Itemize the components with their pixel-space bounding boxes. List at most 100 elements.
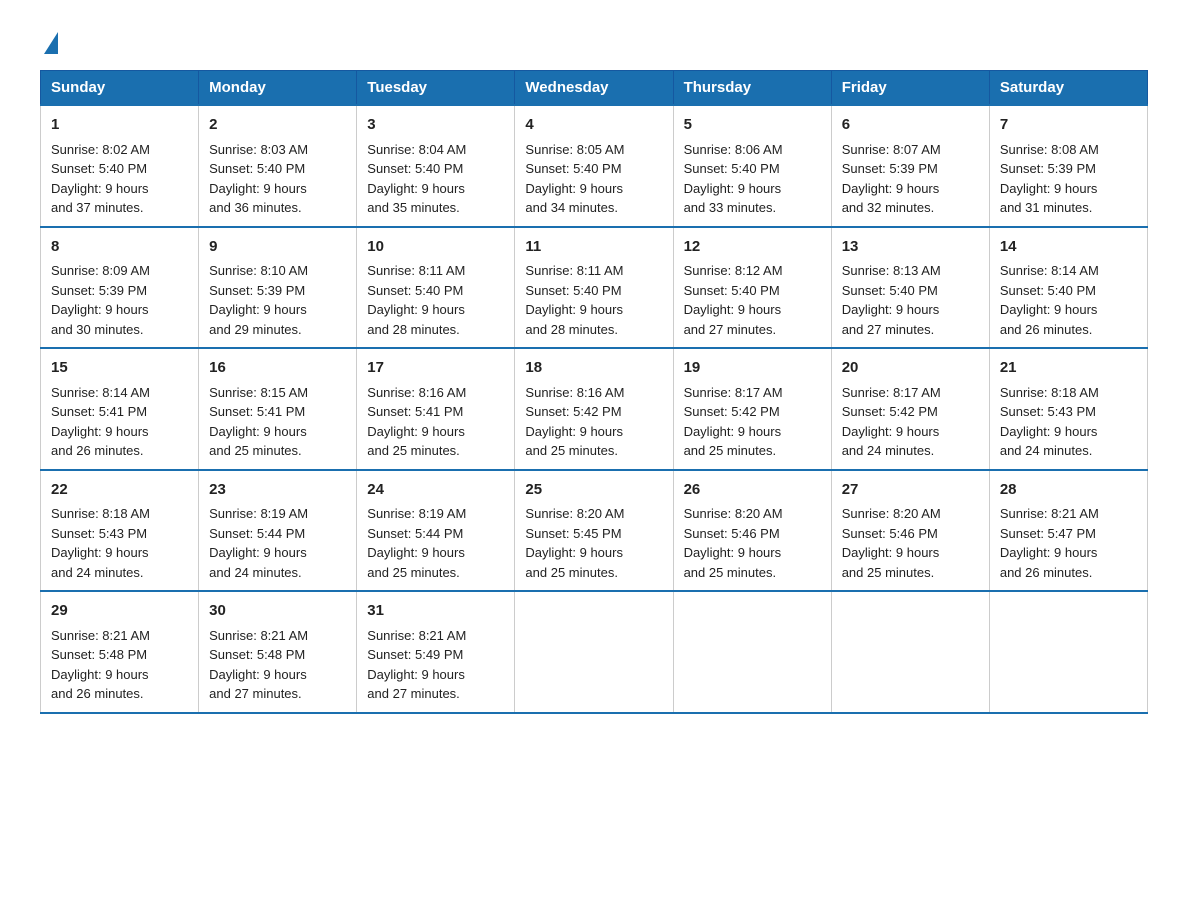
calendar-cell: 10 Sunrise: 8:11 AMSunset: 5:40 PMDayligh…	[357, 227, 515, 349]
day-number: 1	[51, 114, 188, 137]
day-number: 13	[842, 236, 979, 259]
header-monday: Monday	[199, 71, 357, 106]
day-number: 12	[684, 236, 821, 259]
day-info: Sunrise: 8:04 AMSunset: 5:40 PMDaylight:…	[367, 142, 466, 216]
day-info: Sunrise: 8:08 AMSunset: 5:39 PMDaylight:…	[1000, 142, 1099, 216]
calendar-week-row: 1Sunrise: 8:02 AMSunset: 5:40 PMDaylight…	[41, 105, 1148, 227]
day-info: Sunrise: 8:14 AMSunset: 5:40 PMDaylight:…	[1000, 263, 1099, 337]
day-info: Sunrise: 8:16 AMSunset: 5:42 PMDaylight:…	[525, 385, 624, 459]
calendar-cell: 30 Sunrise: 8:21 AMSunset: 5:48 PMDayligh…	[199, 591, 357, 713]
day-info: Sunrise: 8:18 AMSunset: 5:43 PMDaylight:…	[51, 506, 150, 580]
day-info: Sunrise: 8:05 AMSunset: 5:40 PMDaylight:…	[525, 142, 624, 216]
day-number: 2	[209, 114, 346, 137]
calendar-cell: 20 Sunrise: 8:17 AMSunset: 5:42 PMDayligh…	[831, 348, 989, 470]
calendar-cell: 29 Sunrise: 8:21 AMSunset: 5:48 PMDayligh…	[41, 591, 199, 713]
calendar-cell: 8 Sunrise: 8:09 AMSunset: 5:39 PMDaylight…	[41, 227, 199, 349]
calendar-cell: 7 Sunrise: 8:08 AMSunset: 5:39 PMDaylight…	[989, 105, 1147, 227]
day-number: 24	[367, 479, 504, 502]
day-number: 11	[525, 236, 662, 259]
day-info: Sunrise: 8:20 AMSunset: 5:45 PMDaylight:…	[525, 506, 624, 580]
day-number: 20	[842, 357, 979, 380]
calendar-cell: 14 Sunrise: 8:14 AMSunset: 5:40 PMDayligh…	[989, 227, 1147, 349]
day-info: Sunrise: 8:17 AMSunset: 5:42 PMDaylight:…	[842, 385, 941, 459]
day-number: 4	[525, 114, 662, 137]
calendar-cell: 15 Sunrise: 8:14 AMSunset: 5:41 PMDayligh…	[41, 348, 199, 470]
calendar-week-row: 15 Sunrise: 8:14 AMSunset: 5:41 PMDayligh…	[41, 348, 1148, 470]
header-tuesday: Tuesday	[357, 71, 515, 106]
calendar-cell: 26 Sunrise: 8:20 AMSunset: 5:46 PMDayligh…	[673, 470, 831, 592]
header-friday: Friday	[831, 71, 989, 106]
calendar-cell: 28 Sunrise: 8:21 AMSunset: 5:47 PMDayligh…	[989, 470, 1147, 592]
calendar-cell: 17Sunrise: 8:16 AMSunset: 5:41 PMDayligh…	[357, 348, 515, 470]
day-info: Sunrise: 8:21 AMSunset: 5:48 PMDaylight:…	[209, 628, 308, 702]
calendar-week-row: 22 Sunrise: 8:18 AMSunset: 5:43 PMDayligh…	[41, 470, 1148, 592]
calendar-cell: 19Sunrise: 8:17 AMSunset: 5:42 PMDayligh…	[673, 348, 831, 470]
day-number: 9	[209, 236, 346, 259]
day-info: Sunrise: 8:21 AMSunset: 5:47 PMDaylight:…	[1000, 506, 1099, 580]
day-info: Sunrise: 8:13 AMSunset: 5:40 PMDaylight:…	[842, 263, 941, 337]
calendar-cell: 2Sunrise: 8:03 AMSunset: 5:40 PMDaylight…	[199, 105, 357, 227]
day-info: Sunrise: 8:11 AMSunset: 5:40 PMDaylight:…	[525, 263, 623, 337]
calendar-cell: 9Sunrise: 8:10 AMSunset: 5:39 PMDaylight…	[199, 227, 357, 349]
calendar-cell: 21 Sunrise: 8:18 AMSunset: 5:43 PMDayligh…	[989, 348, 1147, 470]
calendar-cell: 4 Sunrise: 8:05 AMSunset: 5:40 PMDaylight…	[515, 105, 673, 227]
calendar-cell: 16 Sunrise: 8:15 AMSunset: 5:41 PMDayligh…	[199, 348, 357, 470]
day-info: Sunrise: 8:21 AMSunset: 5:48 PMDaylight:…	[51, 628, 150, 702]
day-number: 3	[367, 114, 504, 137]
calendar-cell: 22 Sunrise: 8:18 AMSunset: 5:43 PMDayligh…	[41, 470, 199, 592]
day-info: Sunrise: 8:20 AMSunset: 5:46 PMDaylight:…	[842, 506, 941, 580]
day-number: 10	[367, 236, 504, 259]
day-info: Sunrise: 8:11 AMSunset: 5:40 PMDaylight:…	[367, 263, 465, 337]
day-number: 18	[525, 357, 662, 380]
day-number: 15	[51, 357, 188, 380]
day-info: Sunrise: 8:07 AMSunset: 5:39 PMDaylight:…	[842, 142, 941, 216]
day-info: Sunrise: 8:20 AMSunset: 5:46 PMDaylight:…	[684, 506, 783, 580]
calendar-cell	[515, 591, 673, 713]
day-info: Sunrise: 8:19 AMSunset: 5:44 PMDaylight:…	[367, 506, 466, 580]
calendar-week-row: 29 Sunrise: 8:21 AMSunset: 5:48 PMDayligh…	[41, 591, 1148, 713]
day-number: 31	[367, 600, 504, 623]
day-number: 26	[684, 479, 821, 502]
day-info: Sunrise: 8:19 AMSunset: 5:44 PMDaylight:…	[209, 506, 308, 580]
day-number: 29	[51, 600, 188, 623]
day-info: Sunrise: 8:14 AMSunset: 5:41 PMDaylight:…	[51, 385, 150, 459]
day-info: Sunrise: 8:12 AMSunset: 5:40 PMDaylight:…	[684, 263, 783, 337]
calendar-cell: 3 Sunrise: 8:04 AMSunset: 5:40 PMDaylight…	[357, 105, 515, 227]
logo	[40, 30, 58, 50]
day-info: Sunrise: 8:21 AMSunset: 5:49 PMDaylight:…	[367, 628, 466, 702]
day-number: 22	[51, 479, 188, 502]
header-wednesday: Wednesday	[515, 71, 673, 106]
calendar-cell: 13 Sunrise: 8:13 AMSunset: 5:40 PMDayligh…	[831, 227, 989, 349]
calendar-cell: 27 Sunrise: 8:20 AMSunset: 5:46 PMDayligh…	[831, 470, 989, 592]
calendar-cell: 11 Sunrise: 8:11 AMSunset: 5:40 PMDayligh…	[515, 227, 673, 349]
day-number: 23	[209, 479, 346, 502]
day-number: 14	[1000, 236, 1137, 259]
calendar-cell: 31 Sunrise: 8:21 AMSunset: 5:49 PMDayligh…	[357, 591, 515, 713]
day-number: 19	[684, 357, 821, 380]
calendar-cell: 6Sunrise: 8:07 AMSunset: 5:39 PMDaylight…	[831, 105, 989, 227]
calendar-cell: 25 Sunrise: 8:20 AMSunset: 5:45 PMDayligh…	[515, 470, 673, 592]
calendar-cell: 18 Sunrise: 8:16 AMSunset: 5:42 PMDayligh…	[515, 348, 673, 470]
calendar-header-row: SundayMondayTuesdayWednesdayThursdayFrid…	[41, 71, 1148, 106]
day-number: 21	[1000, 357, 1137, 380]
day-number: 25	[525, 479, 662, 502]
calendar-cell	[673, 591, 831, 713]
logo-triangle-icon	[44, 32, 58, 54]
calendar-week-row: 8 Sunrise: 8:09 AMSunset: 5:39 PMDaylight…	[41, 227, 1148, 349]
calendar-cell: 23 Sunrise: 8:19 AMSunset: 5:44 PMDayligh…	[199, 470, 357, 592]
calendar-cell: 1Sunrise: 8:02 AMSunset: 5:40 PMDaylight…	[41, 105, 199, 227]
day-info: Sunrise: 8:06 AMSunset: 5:40 PMDaylight:…	[684, 142, 783, 216]
day-number: 8	[51, 236, 188, 259]
day-number: 30	[209, 600, 346, 623]
day-number: 16	[209, 357, 346, 380]
day-info: Sunrise: 8:09 AMSunset: 5:39 PMDaylight:…	[51, 263, 150, 337]
day-number: 27	[842, 479, 979, 502]
day-info: Sunrise: 8:18 AMSunset: 5:43 PMDaylight:…	[1000, 385, 1099, 459]
header-saturday: Saturday	[989, 71, 1147, 106]
day-number: 17	[367, 357, 504, 380]
day-number: 28	[1000, 479, 1137, 502]
day-info: Sunrise: 8:15 AMSunset: 5:41 PMDaylight:…	[209, 385, 308, 459]
page-header	[40, 30, 1148, 50]
header-thursday: Thursday	[673, 71, 831, 106]
day-number: 7	[1000, 114, 1137, 137]
